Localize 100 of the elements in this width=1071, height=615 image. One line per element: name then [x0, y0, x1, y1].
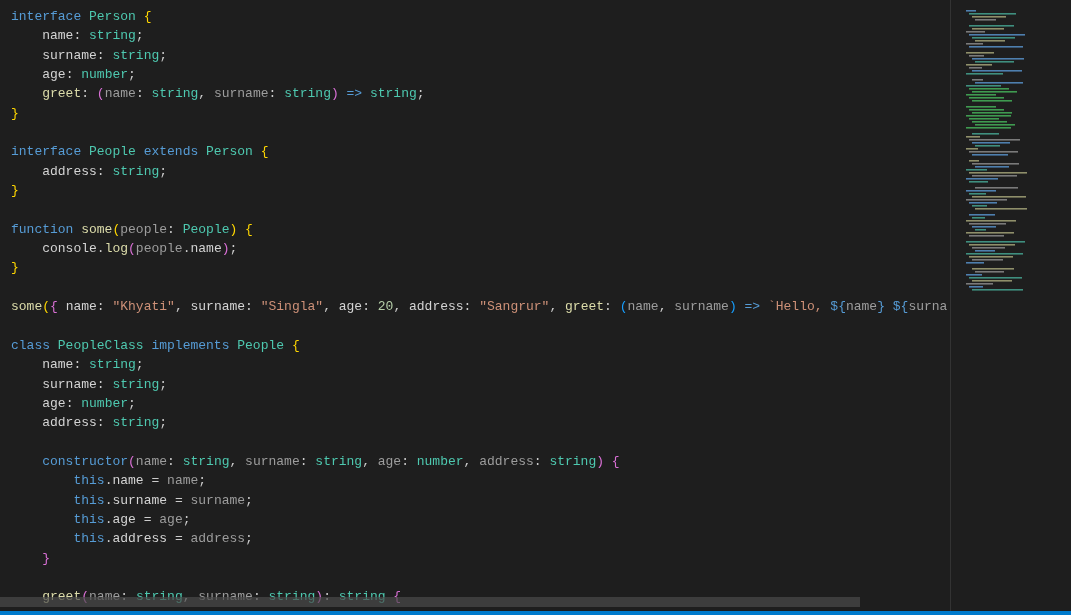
parameter-name: surname — [190, 492, 246, 508]
parameter-name: name — [89, 589, 121, 605]
parameter-name: age — [159, 511, 183, 527]
property-name: age — [338, 299, 363, 315]
type-text: string — [112, 376, 160, 392]
type-text: string — [112, 163, 160, 179]
code-text: ; — [128, 67, 136, 83]
code-text: , — [362, 453, 371, 469]
code-text: : — [299, 453, 309, 469]
type-text: number — [416, 453, 464, 469]
keyword-text: class — [11, 337, 51, 353]
bracket: } — [42, 550, 51, 566]
parameter-name: surname — [245, 453, 300, 469]
property-name: name — [112, 473, 144, 489]
property-name: console — [42, 241, 97, 257]
property-name: age — [42, 395, 66, 411]
keyword-text: function — [11, 221, 75, 237]
string-text: "Sangrur" — [479, 299, 550, 315]
parameter-name: name — [104, 86, 136, 102]
keyword-text: this — [73, 511, 105, 527]
code-text: : — [96, 299, 106, 315]
keyword-text: constructor — [42, 453, 129, 469]
parameter-name: address — [190, 531, 246, 547]
code-text: : — [73, 357, 83, 373]
property-name: address — [409, 299, 464, 315]
keyword-text: extends — [143, 144, 200, 160]
code-text: ; — [245, 531, 253, 547]
keyword-text: } ${ — [877, 299, 909, 315]
bracket: { — [291, 337, 300, 353]
code-text: : — [533, 453, 543, 469]
bracket: ( — [96, 86, 105, 102]
code-text: . — [104, 473, 113, 489]
code-text: , — [229, 453, 239, 469]
code-text: = — [143, 511, 153, 527]
property-name: surname — [190, 299, 246, 315]
parameter-name: surname — [213, 86, 269, 102]
code-text: : — [120, 589, 130, 605]
bracket: ( — [42, 299, 51, 315]
keyword-text: ${ — [830, 299, 846, 315]
bracket: { — [143, 9, 152, 24]
code-text: . — [96, 241, 105, 257]
type-text: string — [549, 453, 597, 469]
type-text: string — [89, 28, 136, 44]
type-text: number — [81, 395, 129, 411]
bracket: ( — [619, 299, 628, 315]
bracket: ) — [221, 241, 230, 257]
property-name: age — [42, 67, 66, 83]
code-text: : — [65, 67, 75, 83]
code-text: ; — [128, 395, 136, 411]
code-text: . — [104, 511, 113, 527]
parameter-name: people — [135, 241, 183, 257]
code-text: : — [135, 86, 145, 102]
parameter-name: name — [845, 299, 878, 315]
function-name: greet — [42, 86, 82, 102]
type-text: string — [315, 453, 363, 469]
type-text: Person — [206, 144, 254, 160]
type-text: string — [338, 589, 387, 605]
code-text: ; — [159, 376, 168, 392]
parameter-name: surname — [674, 299, 729, 315]
function-name: some — [81, 221, 113, 237]
code-text: : — [463, 299, 473, 315]
type-text: string — [268, 589, 316, 605]
type-text: PeopleClass — [57, 337, 145, 353]
type-text: People — [182, 221, 230, 237]
string-text: "Khyati" — [112, 299, 175, 315]
code-text: : — [65, 395, 75, 411]
type-text: string — [284, 86, 331, 102]
keyword-text: this — [73, 531, 105, 547]
bracket: ( — [128, 453, 136, 469]
property-name: name — [42, 357, 74, 373]
code-text: : — [604, 299, 613, 315]
type-text: string — [369, 86, 417, 102]
code-text: . — [182, 241, 191, 257]
keyword-text: => — [744, 299, 762, 315]
function-name: log — [104, 241, 129, 257]
bracket: ) — [330, 86, 340, 102]
code-text: ; — [135, 28, 144, 44]
code-text: ; — [159, 47, 168, 63]
code-text: , — [182, 589, 192, 605]
code-text: . — [104, 492, 113, 508]
code-text: , — [463, 453, 473, 469]
property-name: name — [65, 299, 97, 315]
parameter-name: address — [479, 453, 534, 469]
code-text: : — [245, 299, 254, 315]
bracket: } — [11, 183, 19, 199]
code-text: ; — [159, 415, 168, 431]
bracket: { — [50, 299, 59, 315]
code-text: : — [252, 589, 262, 605]
code-text: : — [96, 376, 106, 392]
parameter-name: people — [120, 221, 168, 237]
bracket: { — [393, 589, 402, 605]
property-name: address — [112, 531, 168, 547]
parameter-name: age — [377, 453, 402, 469]
property-name: address — [42, 163, 97, 179]
code-text: : — [96, 415, 106, 431]
property-name: address — [42, 415, 97, 431]
code-text: = — [174, 492, 184, 508]
code-text: : — [401, 453, 410, 469]
code-text: : — [81, 86, 91, 102]
property-name: age — [112, 511, 136, 527]
